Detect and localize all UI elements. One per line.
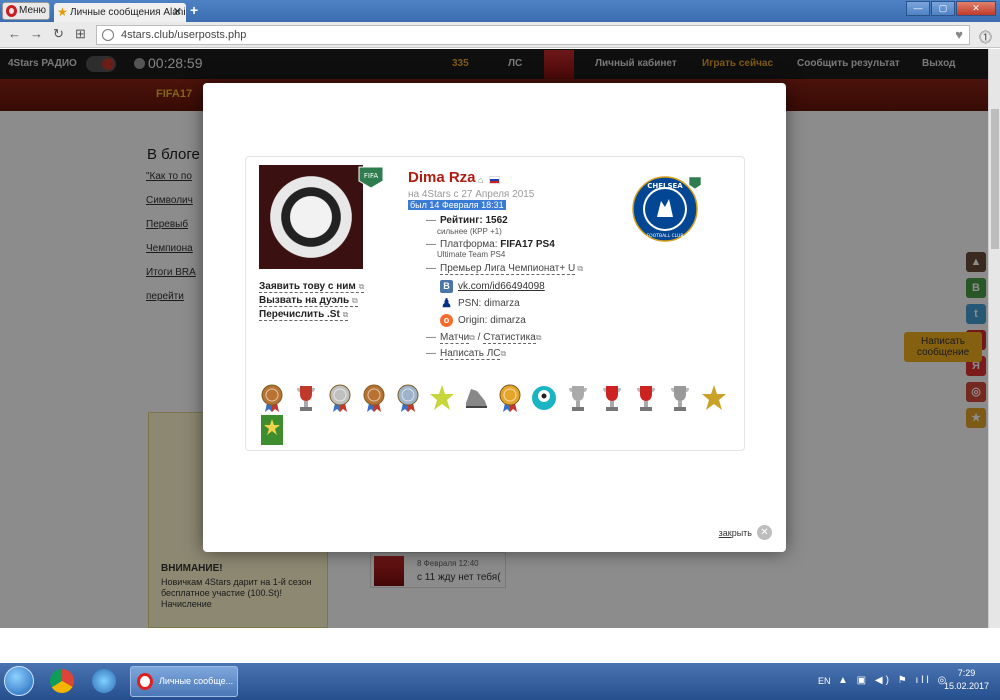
origin-icon: o [440, 314, 453, 327]
home-icon: ⌂ [478, 175, 484, 185]
duel-link[interactable]: Вызвать на дуэль ⧉ [259, 295, 358, 307]
write-ls-row: — Написать ЛС⧉ [426, 348, 507, 360]
site-info-icon[interactable] [102, 29, 114, 41]
silver-medal-icon[interactable] [327, 383, 353, 413]
window-controls: — ▢ ✕ [905, 1, 996, 17]
tray-icons[interactable]: ▲ ▣ ◀) ⚑ ıll ◎ [838, 675, 949, 686]
vk-contact: В vk.com/id66494098 [440, 280, 545, 293]
platform-row: — Платформа: FIFA17 PS4 [426, 239, 555, 250]
rating-row: — Рейтинг: 1562 [426, 215, 508, 226]
league-link[interactable]: Премьер Лига Чемпионат+ U [440, 263, 576, 275]
page-scrollbar[interactable] [988, 49, 1000, 628]
star-wings-icon[interactable] [429, 383, 455, 413]
browser-tab[interactable]: ★ Личные сообщения Alani ✕ [54, 3, 186, 22]
window-close-button[interactable]: ✕ [956, 1, 996, 16]
maximize-button[interactable]: ▢ [931, 1, 955, 16]
matches-row: — Матчи⧉ / Статистика⧉ [426, 332, 542, 344]
back-arrow-icon[interactable]: ← [8, 26, 21, 41]
start-button[interactable] [4, 666, 34, 696]
close-icon[interactable]: ✕ [757, 525, 772, 540]
origin-contact: o Origin: dimarza [440, 314, 526, 327]
bronze-medal-icon[interactable] [361, 383, 387, 413]
profile-modal: FIFA Заявить тову с ним ⧉ Вызвать на дуэ… [203, 83, 786, 552]
favicon-star-icon: ★ [57, 5, 68, 19]
profile-photo [259, 165, 363, 269]
speed-dial-icon[interactable]: ⊞ [75, 26, 86, 42]
new-tab-button[interactable]: + [190, 2, 198, 18]
platform-sub: Ultimate Team PS4 [437, 250, 506, 259]
url-input[interactable]: 4stars.club/userposts.php ♥ [96, 25, 970, 45]
minimize-button[interactable]: — [906, 1, 930, 16]
windows-taskbar: Личные сообще... EN ▲ ▣ ◀) ⚑ ıll ◎ 7:29 … [0, 663, 1000, 700]
gold-wings-icon[interactable] [701, 383, 727, 413]
rating-sub: сильнее (КРР +1) [437, 227, 502, 236]
champions-cup-icon[interactable] [633, 383, 659, 413]
download-icon[interactable]: ⓵ [979, 27, 992, 46]
opera-menu-button[interactable]: Меню [2, 2, 50, 20]
silver-cup-icon[interactable] [565, 383, 591, 413]
playstation-icon: ♟ [440, 296, 453, 310]
apply-team-link[interactable]: Заявить тову с ним ⧉ [259, 281, 365, 293]
bookmark-heart-icon[interactable]: ♥ [955, 26, 963, 44]
green-card-icon[interactable] [259, 415, 285, 445]
user-name[interactable]: Dima Rza [408, 169, 476, 186]
vk-icon: В [440, 280, 453, 293]
playstation-badge-icon: FIFA [358, 166, 384, 189]
gold-medal-icon[interactable] [497, 383, 523, 413]
opera-taskbar-app[interactable]: Личные сообще... [130, 666, 238, 697]
last-seen: был 14 Февраля 18:31 [408, 200, 506, 210]
svg-text:CHELSEA: CHELSEA [647, 182, 683, 190]
silver-medal-icon[interactable] [395, 383, 421, 413]
stats-link[interactable]: Статистика [483, 332, 536, 344]
write-message-link[interactable]: Написать ЛС [440, 348, 501, 360]
browser-tab-bar: Меню ★ Личные сообщения Alani ✕ + ≡ — ▢ … [0, 0, 1000, 22]
trophy-red-icon[interactable] [293, 383, 319, 413]
ball-badge-icon[interactable] [531, 383, 557, 413]
opera-icon [137, 673, 153, 690]
scroll-thumb[interactable] [991, 109, 999, 249]
chrome-icon[interactable] [50, 669, 74, 693]
vk-link[interactable]: vk.com/id66494098 [458, 281, 545, 292]
address-bar: ← → ↻ ⊞ 4stars.club/userposts.php ♥ ⓵ [0, 22, 1000, 48]
close-modal-button[interactable]: закрыть ✕ [719, 525, 772, 540]
boot-icon[interactable] [463, 383, 489, 413]
bronze-medal-icon[interactable] [259, 383, 285, 413]
psn-contact: ♟ PSN: dimarza [440, 296, 520, 310]
league-row: — Премьер Лига Чемпионат+ U ⧉ [426, 263, 584, 275]
chelsea-logo-icon[interactable]: CHELSEA FOOTBALL CLUB [631, 171, 703, 243]
opera-icon [6, 5, 17, 17]
champions-cup-icon[interactable] [599, 383, 625, 413]
reload-icon[interactable]: ↻ [53, 26, 64, 42]
matches-link[interactable]: Матчи [440, 332, 470, 344]
svg-text:FIFA: FIFA [364, 172, 378, 180]
tray-clock[interactable]: 7:29 15.02.2017 [944, 667, 989, 693]
svg-text:FOOTBALL CLUB: FOOTBALL CLUB [647, 233, 684, 239]
language-indicator[interactable]: EN [818, 676, 831, 686]
close-tab-icon[interactable]: ✕ [173, 3, 182, 22]
forward-arrow-icon[interactable]: → [30, 26, 43, 41]
network-globe-icon[interactable] [92, 669, 116, 693]
transfer-link[interactable]: Перечислить .St ⧉ [259, 309, 349, 321]
russia-flag-icon [489, 176, 500, 184]
profile-card: FIFA Заявить тову с ним ⧉ Вызвать на дуэ… [245, 156, 745, 451]
small-cup-icon[interactable] [667, 383, 693, 413]
member-since: на 4Stars с 27 Апреля 2015 [408, 189, 535, 200]
